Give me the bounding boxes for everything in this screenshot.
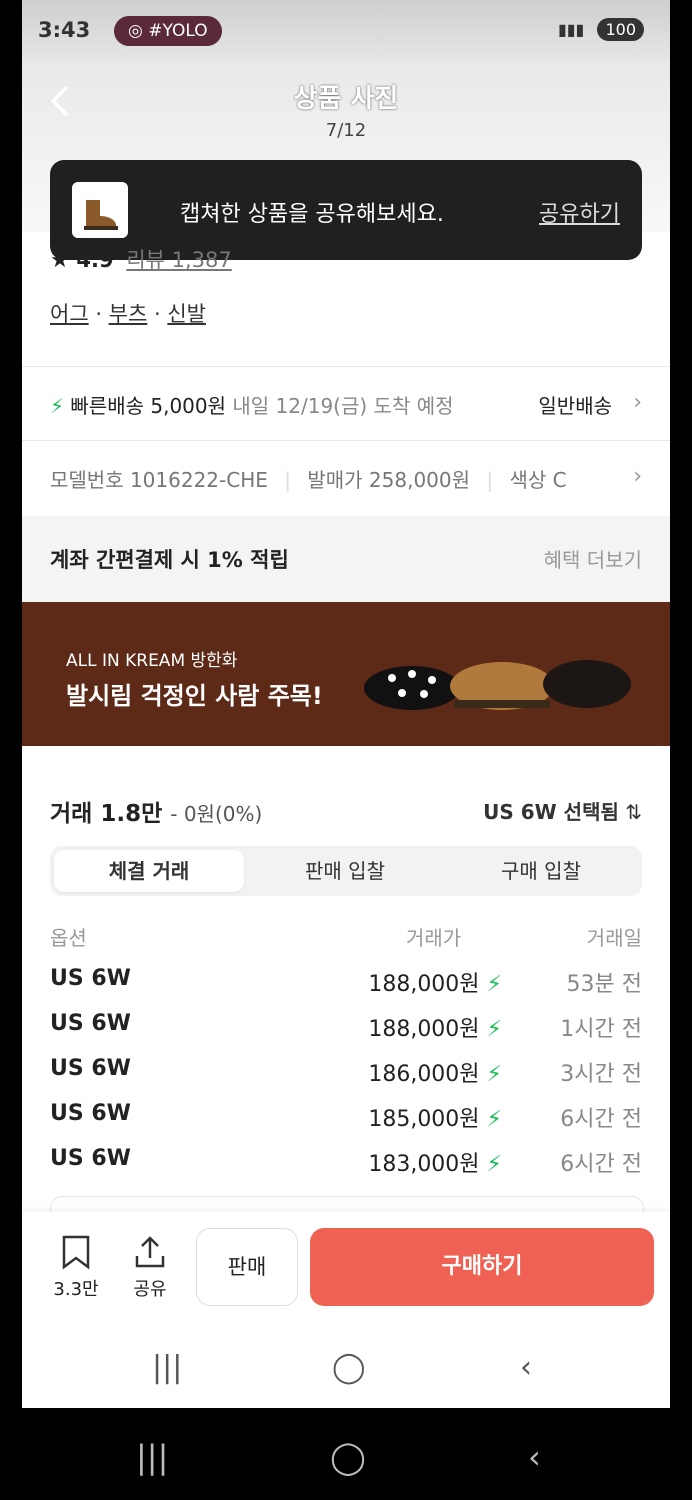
status-time: 3:43 [38,18,91,42]
share-label: 공유 [133,1279,167,1300]
table-row: US 6W 185,000원 ⚡ 6시간 전 [50,1101,642,1145]
shipping-row[interactable]: ⚡ 빠른배송 5,000원 내일 12/19(금) 도착 예정 일반배송 › [50,390,642,419]
system-nav-bar: ||| ◯ ‹ [0,1408,692,1500]
bookmark-icon [62,1235,90,1270]
tab-sell-bids[interactable]: 판매 입찰 [250,850,440,892]
row-option: US 6W [50,1101,131,1126]
col-header-option: 옵션 [50,926,87,950]
row-price: 186,000원 [368,1062,480,1087]
slippers-image [364,660,631,710]
tab-buy-bids[interactable]: 구매 입찰 [446,850,636,892]
row-date: 53분 전 [566,972,642,997]
trade-summary: 거래 1.8만 - 0원(0%) [50,801,263,827]
benefit-title: 계좌 간편결제 시 1% 적립 [50,548,289,572]
row-date: 1시간 전 [560,1017,642,1042]
chevron-right-icon: › [633,464,642,489]
photo-counter: 7/12 [325,120,367,141]
star-icon: ★ [50,248,70,273]
row-price: 188,000원 [368,972,480,997]
lightning-icon: ⚡ [486,1017,502,1042]
promo-banner[interactable]: ALL IN KREAM 방한화 발시림 걱정인 사람 주목! [22,602,670,746]
banner-title: 발시림 걱정인 사람 주목! [66,682,323,710]
row-option: US 6W [50,1146,131,1171]
product-thumbnail [72,182,128,238]
back-nav-icon[interactable]: ‹ [520,1350,532,1385]
banner-subtitle: ALL IN KREAM 방한화 [66,651,238,671]
row-date: 6시간 전 [560,1107,642,1132]
toast-share-link[interactable]: 공유하기 [539,196,620,228]
lightning-icon: ⚡ [486,1062,502,1087]
bookmark-count: 3.3만 [53,1279,99,1300]
buy-button[interactable]: 구매하기 [310,1228,654,1306]
review-link[interactable]: 리뷰 1,387 [126,248,231,272]
tag-link[interactable]: 부츠 [109,302,148,326]
col-header-price: 거래가 [406,926,462,950]
category-tags: 어그 · 부츠 · 신발 [50,302,206,326]
color-info: 색상 C [509,468,567,492]
shipping-eta: 내일 12/19(금) 도착 예정 [232,394,454,418]
divider [22,440,670,441]
row-option: US 6W [50,1011,131,1036]
tag-link[interactable]: 어그 [50,302,89,326]
row-option: US 6W [50,966,131,991]
separator: | [284,468,291,492]
rating-row: ★ 4.9 리뷰 1,387 [50,244,232,274]
col-header-date: 거래일 [586,926,642,950]
row-date: 3시간 전 [560,1062,642,1087]
product-info-row[interactable]: 모델번호 1016222-CHE | 발매가 258,000원 | 색상 C › [50,464,642,493]
row-price: 188,000원 [368,1017,480,1042]
app-nav-bar: ||| ◯ ‹ [22,1332,670,1408]
lightning-icon: ⚡ [486,1107,502,1132]
chevron-right-icon: › [633,390,642,415]
trade-tabs: 체결 거래 판매 입찰 구매 입찰 [50,846,642,896]
table-row: US 6W 183,000원 ⚡ 6시간 전 [50,1146,642,1190]
fast-shipping-label: 빠른배송 5,000원 [70,394,227,418]
row-price: 185,000원 [368,1107,480,1132]
product-header: 상품 사진 7/12 캡쳐한 상품을 공유해보세요. 공유하기 [22,62,670,260]
app-screen: 3:43 ◎ #YOLO ▮▮▮ 100 상품 사진 7/12 캡쳐한 상품을 … [22,0,670,1408]
signal-icon: ▮▮▮ [557,20,585,39]
yolo-chip: ◎ #YOLO [114,16,222,46]
share-button[interactable]: 공유 [124,1234,176,1301]
status-icons: ▮▮▮ 100 [558,18,644,41]
payment-benefit[interactable]: 계좌 간편결제 시 1% 적립 혜택 더보기 [22,516,670,602]
toast-message: 캡쳐한 상품을 공유해보세요. [180,202,444,227]
row-date: 6시간 전 [560,1152,642,1177]
recent-apps-icon[interactable]: ||| [152,1350,182,1385]
status-bar: 3:43 ◎ #YOLO ▮▮▮ 100 [22,0,670,62]
share-icon [135,1236,165,1268]
selected-size: US 6W 선택됨 [483,800,619,824]
lightning-icon: ⚡ [486,972,502,997]
bookmark-button[interactable]: 3.3만 [50,1234,102,1301]
battery-indicator: 100 [597,18,644,41]
lightning-icon: ⚡ [50,394,65,418]
recent-apps-icon[interactable]: ||| [136,1438,168,1476]
boot-image [84,200,118,230]
row-price: 183,000원 [368,1152,480,1177]
size-selector[interactable]: US 6W 선택됨 ⇅ [483,796,642,825]
table-row: US 6W 188,000원 ⚡ 1시간 전 [50,1011,642,1055]
home-icon[interactable]: ◯ [332,1350,366,1385]
row-option: US 6W [50,1056,131,1081]
benefit-more-link[interactable]: 혜택 더보기 [544,544,642,573]
bottom-action-bar: 3.3만 공유 판매 구매하기 [22,1212,670,1332]
rating-score: 4.9 [76,248,114,272]
divider [22,366,670,367]
normal-shipping-label: 일반배송 [538,394,612,418]
page-title: 상품 사진 [293,84,399,114]
trade-count: 거래 1.8만 [50,801,163,827]
sort-icon: ⇅ [625,800,642,824]
release-price: 발매가 258,000원 [307,468,471,492]
tag-link[interactable]: 신발 [167,302,206,326]
table-row: US 6W 188,000원 ⚡ 53분 전 [50,966,642,1010]
home-icon[interactable]: ◯ [330,1438,366,1476]
price-change: 0원(0%) [183,802,263,826]
table-row: US 6W 186,000원 ⚡ 3시간 전 [50,1056,642,1100]
sell-button[interactable]: 판매 [196,1228,298,1306]
back-nav-icon[interactable]: ‹ [528,1438,541,1476]
tab-completed[interactable]: 체결 거래 [54,850,244,892]
separator: | [486,468,494,492]
lightning-icon: ⚡ [486,1152,502,1177]
model-number: 모델번호 1016222-CHE [50,468,268,492]
